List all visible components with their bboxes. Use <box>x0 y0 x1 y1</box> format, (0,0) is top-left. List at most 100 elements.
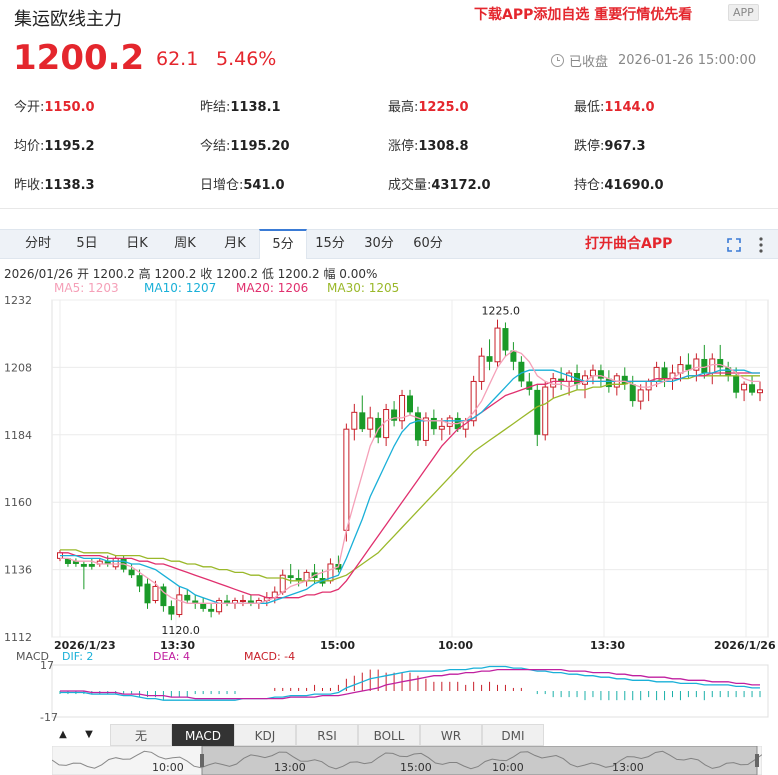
indicator-tab[interactable]: DMI <box>482 724 544 746</box>
candle-body <box>494 327 501 363</box>
candle-body <box>80 563 87 567</box>
open-app-link[interactable]: 打开曲合APP <box>585 230 672 258</box>
stat-value: 1150.0 <box>44 100 95 115</box>
indicator-toolbar: ▲ ▼ 无 MACD KDJ RSI BOLL WR DMI <box>52 724 762 746</box>
candle-body <box>526 381 533 390</box>
stat-label: 涨停: <box>388 139 419 154</box>
candle-body <box>486 356 493 362</box>
candle-body <box>351 411 358 430</box>
candle-body <box>152 585 159 601</box>
stat-label: 昨结: <box>200 100 231 115</box>
candle-body <box>446 417 453 427</box>
scrollbar-time-label: 15:00 <box>400 761 432 774</box>
tab-period[interactable]: 周K <box>164 230 206 259</box>
y-tick-label: 1136 <box>4 564 32 577</box>
tab-period[interactable]: 5日 <box>66 230 108 259</box>
candle-body <box>757 389 763 394</box>
candle-body <box>597 370 604 379</box>
last-price: 1200.2 <box>13 38 145 78</box>
stat-label: 均价: <box>14 139 45 154</box>
indicator-tab[interactable]: MACD <box>172 724 234 746</box>
macd-tick-label: -17 <box>40 711 58 724</box>
scrollbar-handle-left[interactable] <box>200 754 204 767</box>
candle-body <box>566 372 573 382</box>
scroll-down-button[interactable]: ▼ <box>78 724 100 746</box>
candle-body <box>430 417 437 430</box>
low-annotation: 1120.0 <box>161 624 200 637</box>
candle-body <box>534 389 541 435</box>
ma5-line <box>60 349 760 604</box>
x-tick-label: 2026/1/26 <box>714 639 776 652</box>
candle-body <box>136 575 143 587</box>
macd-legend-item: DEA: 4 <box>153 650 190 663</box>
tab-period[interactable]: 分时 <box>16 230 60 259</box>
candle-body <box>589 369 596 377</box>
tab-period[interactable]: 15分 <box>308 230 352 259</box>
candle-body <box>128 569 135 576</box>
tab-period[interactable]: 日K <box>116 230 158 259</box>
stat-label: 持仓: <box>574 178 605 193</box>
stat-item: 昨收:1138.3 <box>14 174 95 193</box>
scroll-up-button[interactable]: ▲ <box>52 724 74 746</box>
tab-period[interactable]: 5分 <box>259 229 307 259</box>
stat-item: 今结:1195.20 <box>200 135 290 154</box>
candle-body <box>88 563 95 567</box>
indicator-tab[interactable]: KDJ <box>234 724 296 746</box>
stat-label: 今开: <box>14 100 45 115</box>
price-change-pct: 5.46% <box>216 48 277 70</box>
candle-body <box>550 378 557 388</box>
stat-label: 昨收: <box>14 178 45 193</box>
candle-body <box>502 328 509 351</box>
candle-body <box>367 417 374 430</box>
macd-tick-label: 17 <box>40 659 54 672</box>
candle-body <box>741 383 748 391</box>
header-divider <box>0 208 778 209</box>
scrollbar-time-label: 10:00 <box>492 761 524 774</box>
candle-body <box>359 412 366 430</box>
plot-frame <box>51 299 769 638</box>
candle-body <box>637 389 644 402</box>
indicator-tab[interactable]: WR <box>420 724 482 746</box>
stat-label: 最高: <box>388 100 419 115</box>
download-app-promo[interactable]: 下载APP添加自选 重要行情优先看 <box>474 4 692 24</box>
candle-body <box>478 355 485 382</box>
stat-value: 1195.20 <box>230 139 290 154</box>
stat-label: 成交量: <box>388 178 432 193</box>
candle-body <box>717 358 724 368</box>
stat-label: 最低: <box>574 100 605 115</box>
scrollbar-handle-right[interactable] <box>755 754 759 767</box>
stat-item: 最高:1225.0 <box>388 96 469 115</box>
candle-body <box>112 557 119 568</box>
price-change: 62.1 <box>156 48 199 70</box>
more-icon[interactable] <box>758 235 764 255</box>
candle-body <box>176 594 183 616</box>
candle-body <box>661 367 668 379</box>
stat-item: 跌停:967.3 <box>574 135 646 154</box>
candle-body <box>629 384 636 402</box>
candle-body <box>749 384 756 393</box>
candle-body <box>709 358 716 374</box>
expand-icon[interactable] <box>727 238 741 252</box>
stat-value: 1195.2 <box>44 139 95 154</box>
stat-label: 跌停: <box>574 139 605 154</box>
tab-period[interactable]: 30分 <box>357 230 401 259</box>
stat-item: 持仓:41690.0 <box>574 174 664 193</box>
candle-body <box>200 603 207 609</box>
tab-period[interactable]: 60分 <box>406 230 450 259</box>
stat-value: 1308.8 <box>418 139 469 154</box>
candle-body <box>733 375 740 393</box>
time-scrollbar[interactable]: 10:00 13:00 15:00 10:00 13:00 <box>52 746 762 775</box>
indicator-tab[interactable]: 无 <box>110 724 172 746</box>
candle-body <box>287 575 294 579</box>
tab-period[interactable]: 月K <box>214 230 256 259</box>
indicator-tab[interactable]: RSI <box>296 724 358 746</box>
y-tick-label: 1208 <box>4 361 32 374</box>
stat-value: 1138.1 <box>230 100 281 115</box>
stat-label: 今结: <box>200 139 231 154</box>
stat-value: 1225.0 <box>418 100 469 115</box>
kline-chart[interactable]: 1232 1208 1184 1160 1136 1112 1225.0 1120.0 2026… <box>0 292 778 724</box>
stat-item: 今开:1150.0 <box>14 96 95 115</box>
stat-item: 昨结:1138.1 <box>200 96 281 115</box>
indicator-tab[interactable]: BOLL <box>358 724 420 746</box>
app-badge[interactable]: APP <box>728 4 759 21</box>
